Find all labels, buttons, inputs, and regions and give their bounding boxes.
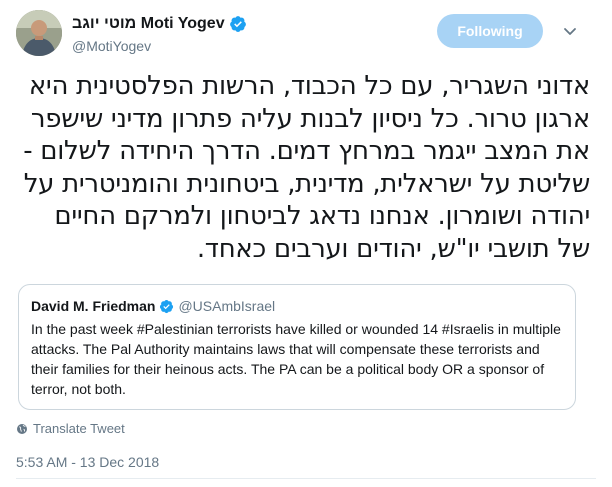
quoted-author-name: David M. Friedman <box>31 298 156 314</box>
author-display-name[interactable]: מוטי יוגב Moti Yogev <box>72 14 225 34</box>
avatar[interactable] <box>16 10 62 56</box>
tweet-text: אדוני השגריר, עם כל הכבוד, הרשות הפלסטינ… <box>23 71 590 264</box>
author-display-name-row[interactable]: מוטי יוגב Moti Yogev <box>72 14 247 34</box>
translate-tweet-label[interactable]: Translate Tweet <box>33 421 125 436</box>
tweet-header: מוטי יוגב Moti Yogev @MotiYogev Followin… <box>16 10 596 58</box>
following-button[interactable]: Following <box>437 14 543 48</box>
tweet-timestamp[interactable]: 5:53 AM - 13 Dec 2018 <box>16 454 159 470</box>
quoted-tweet[interactable]: David M. Friedman @USAmbIsrael In the pa… <box>18 284 576 410</box>
translate-tweet-link[interactable]: Translate Tweet <box>16 421 125 436</box>
author-names: מוטי יוגב Moti Yogev @MotiYogev <box>72 14 247 56</box>
globe-icon <box>16 423 28 435</box>
quoted-tweet-header: David M. Friedman @USAmbIsrael <box>31 297 563 315</box>
verified-badge-icon <box>229 15 247 33</box>
divider <box>16 478 596 479</box>
quoted-author-handle: @USAmbIsrael <box>178 298 276 314</box>
chevron-down-icon[interactable] <box>561 22 579 40</box>
tweet-card: מוטי יוגב Moti Yogev @MotiYogev Followin… <box>0 0 612 487</box>
author-handle[interactable]: @MotiYogev <box>72 36 247 56</box>
quoted-tweet-text: In the past week #Palestinian terrorists… <box>31 321 561 397</box>
verified-badge-icon <box>159 299 174 314</box>
